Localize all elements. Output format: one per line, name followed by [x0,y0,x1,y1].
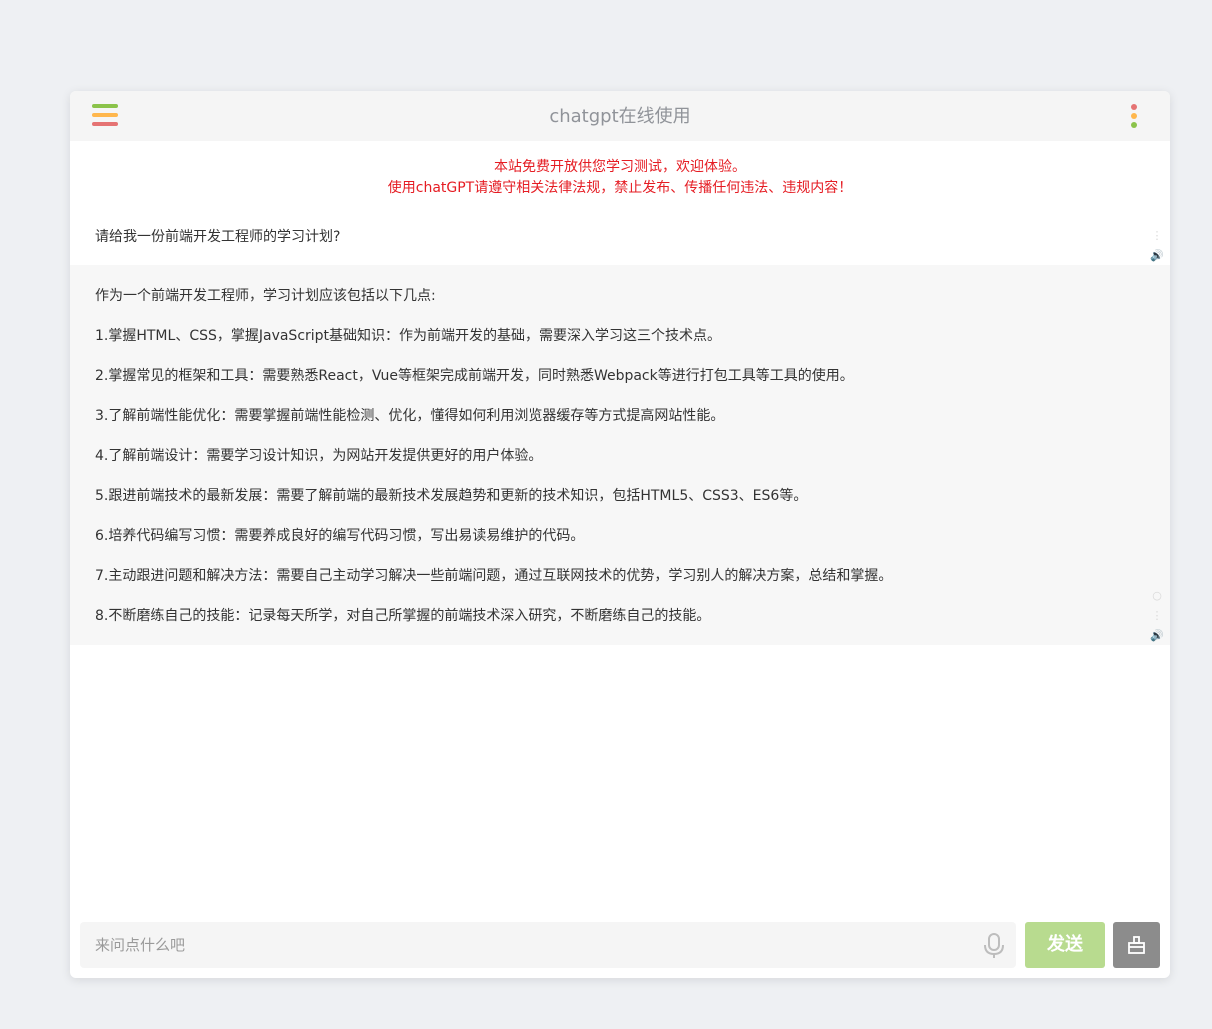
clear-history-button[interactable] [1113,922,1160,968]
header-bar: chatgpt在线使用 [70,91,1170,141]
assistant-paragraph: 6.培养代码编写习惯：需要养成良好的编写代码习惯，写出易读易维护的代码。 [95,528,585,544]
more-options-icon[interactable] [1128,103,1140,129]
assistant-paragraph: 5.跟进前端技术的最新发展：需要了解前端的最新技术发展趋势和更新的技术知识，包括… [95,488,808,504]
user-message-text: 请给我一份前端开发工程师的学习计划? [95,229,341,245]
more-dot-orange [1131,113,1137,119]
more-vertical-icon[interactable]: ⋮ [1150,609,1164,623]
notice-line-2: 使用chatGPT请遵守相关法律法规，禁止发布、传播任何违法、违规内容！ [387,180,853,196]
assistant-paragraph: 作为一个前端开发工程师，学习计划应该包括以下几点: [95,288,436,304]
speaker-icon[interactable]: 🔊 [1150,629,1164,643]
notice-banner: 本站免费开放供您学习测试，欢迎体验。 使用chatGPT请遵守相关法律法规，禁止… [70,157,1170,199]
broom-icon [1128,936,1145,954]
more-dot-green [1131,122,1137,128]
assistant-paragraph: 3.了解前端性能优化：需要掌握前端性能检测、优化，懂得如何利用浏览器缓存等方式提… [95,408,725,424]
chat-window: chatgpt在线使用 本站免费开放供您学习测试，欢迎体验。 使用chatGPT… [70,91,1170,978]
more-vertical-icon[interactable]: ⋮ [1150,229,1164,243]
more-dot-red [1131,104,1137,110]
send-button[interactable]: 发送 [1025,922,1105,968]
refresh-icon[interactable]: ○ [1150,589,1164,603]
assistant-paragraph: 7.主动跟进问题和解决方法：需要自己主动学习解决一些前端问题，通过互联网技术的优… [95,568,893,584]
user-message-tools: ⋮ 🔊 [1150,229,1164,269]
assistant-paragraph: 4.了解前端设计：需要学习设计知识，为网站开发提供更好的用户体验。 [95,448,543,464]
assistant-paragraph: 2.掌握常见的框架和工具：需要熟悉React，Vue等框架完成前端开发，同时熟悉… [95,368,854,384]
assistant-message-body: 作为一个前端开发工程师，学习计划应该包括以下几点: 1.掌握HTML、CSS，掌… [95,285,892,645]
chat-input[interactable] [80,922,975,968]
page-title: chatgpt在线使用 [549,106,691,127]
microphone-icon[interactable] [983,933,1005,959]
assistant-message: 作为一个前端开发工程师，学习计划应该包括以下几点: 1.掌握HTML、CSS，掌… [70,265,1170,645]
assistant-paragraph: 8.不断磨练自己的技能：记录每天所学，对自己所掌握的前端技术深入研究，不断磨练自… [95,608,711,624]
chat-input-bar [80,922,1016,968]
speaker-icon[interactable]: 🔊 [1150,249,1164,263]
user-message: 请给我一份前端开发工程师的学习计划? [70,215,1170,265]
assistant-message-tools: ○ ⋮ 🔊 [1150,589,1164,649]
assistant-paragraph: 1.掌握HTML、CSS，掌握JavaScript基础知识：作为前端开发的基础，… [95,328,722,344]
notice-line-1: 本站免费开放供您学习测试，欢迎体验。 [494,159,746,175]
